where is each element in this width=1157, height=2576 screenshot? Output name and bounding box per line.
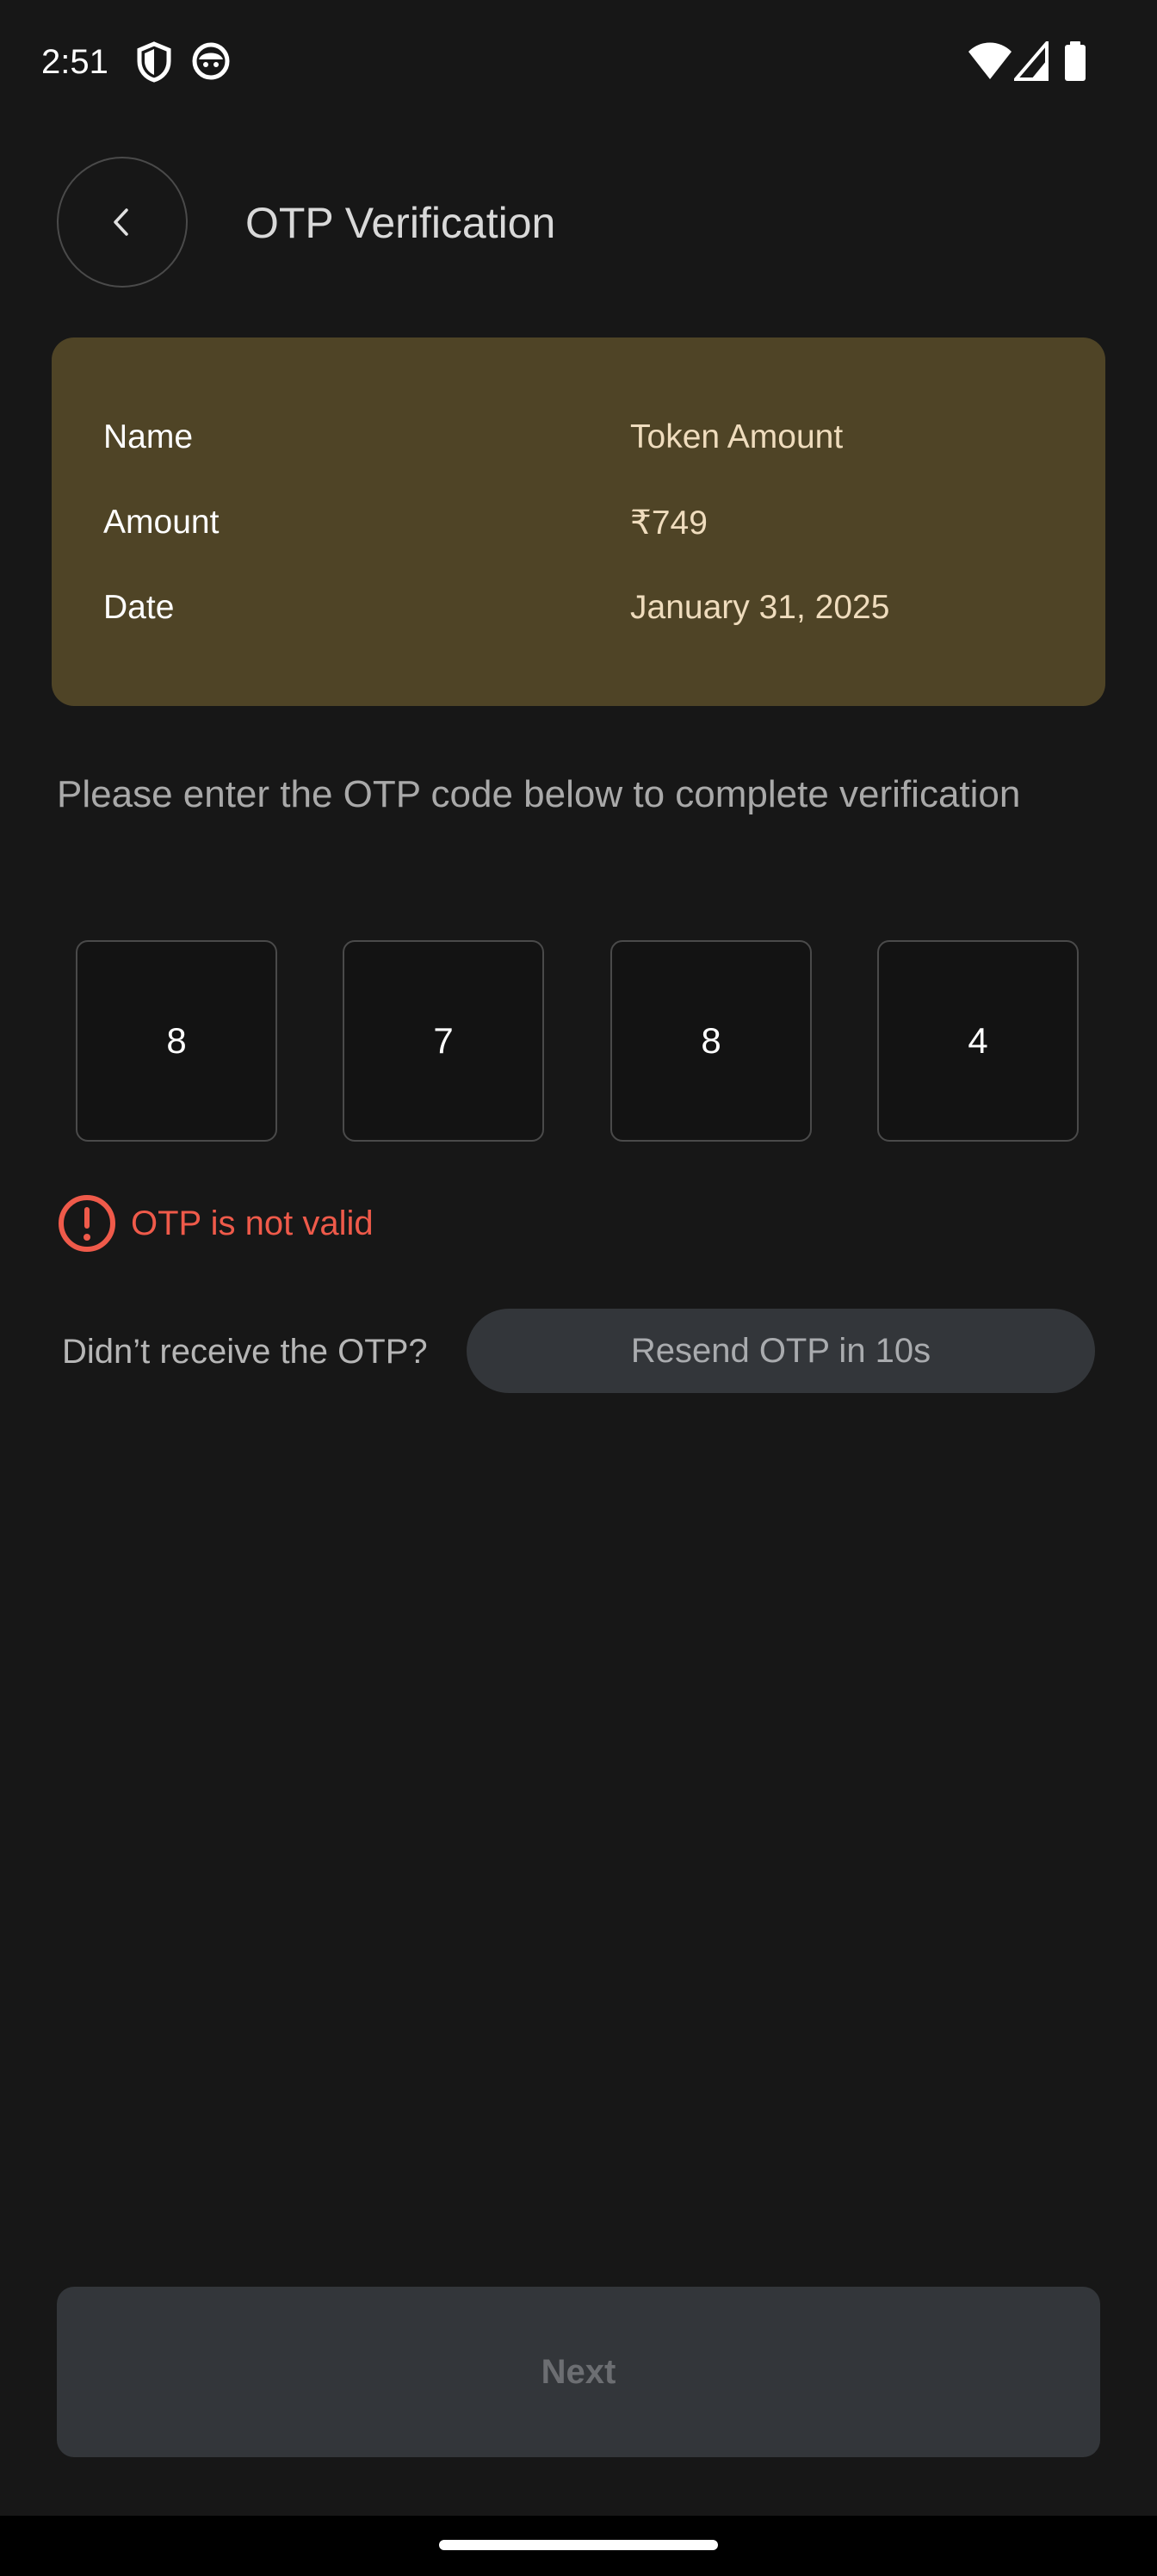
app-notification-icon (192, 42, 230, 80)
otp-instructions: Please enter the OTP code below to compl… (57, 773, 1021, 815)
payment-details-card: Name Token Amount Amount ₹749 Date Janua… (52, 337, 1105, 706)
detail-value: Token Amount (630, 418, 844, 455)
otp-digit-input-4[interactable]: 4 (877, 940, 1079, 1142)
error-icon (59, 1195, 115, 1252)
detail-row-amount: Amount ₹749 (103, 504, 1054, 555)
otp-digit-input-3[interactable]: 8 (610, 940, 812, 1142)
battery-icon (1065, 41, 1086, 81)
status-bar: 2:51 (0, 0, 1157, 129)
otp-verification-screen: 2:51 OTP Verification Name Token Amount … (0, 0, 1157, 2576)
detail-label: Amount (103, 504, 220, 541)
resend-otp-button[interactable]: Resend OTP in 10s (467, 1309, 1095, 1393)
resend-prompt: Didn’t receive the OTP? (62, 1333, 428, 1371)
detail-value: January 31, 2025 (630, 589, 890, 626)
detail-row-name: Name Token Amount (103, 418, 1054, 470)
detail-label: Date (103, 589, 175, 626)
detail-row-date: Date January 31, 2025 (103, 589, 1054, 641)
error-message: OTP is not valid (131, 1204, 374, 1242)
detail-label: Name (103, 418, 194, 455)
status-time: 2:51 (41, 43, 108, 81)
otp-error: OTP is not valid (57, 1193, 374, 1254)
home-gesture-handle[interactable] (439, 2540, 718, 2550)
otp-digit-input-1[interactable]: 8 (76, 940, 277, 1142)
shield-icon (137, 41, 171, 83)
cellular-signal-icon (1014, 41, 1049, 81)
otp-digit-input-2[interactable]: 7 (343, 940, 544, 1142)
detail-value: ₹749 (630, 505, 708, 542)
chevron-left-icon (114, 208, 128, 236)
back-button[interactable] (57, 157, 188, 288)
wifi-icon (968, 42, 1012, 79)
next-button[interactable]: Next (57, 2287, 1100, 2457)
page-title: OTP Verification (245, 199, 556, 247)
